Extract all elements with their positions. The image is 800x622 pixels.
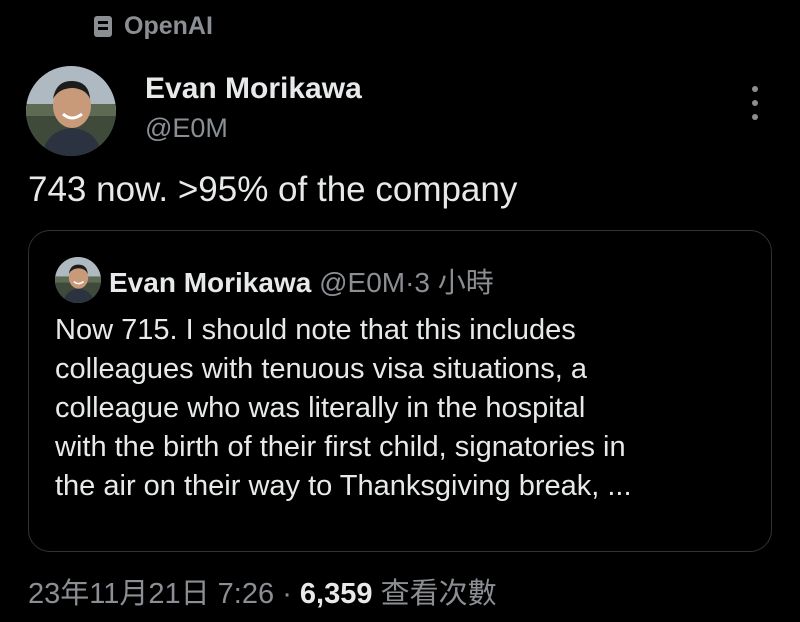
author-name[interactable]: Evan Morikawa — [145, 72, 362, 106]
quoted-text-line: colleagues with tenuous visa situations,… — [55, 353, 587, 385]
quoted-tweet-text: Now 715. I should note that this include… — [55, 311, 755, 506]
avatar-image — [55, 257, 101, 303]
quoted-tweet[interactable]: Evan Morikawa @E0M·3 小時 Now 715. I shoul… — [28, 230, 772, 552]
quoted-text-line: with the birth of their first child, sig… — [55, 431, 626, 463]
views-label: 查看次數 — [380, 578, 497, 610]
more-dot — [752, 114, 758, 120]
tweet-timestamp[interactable]: 23年11月21日 7:26 — [28, 578, 274, 610]
avatar-image — [26, 66, 116, 156]
tweet-text: 743 now. >95% of the company — [28, 170, 518, 209]
list-context-label: OpenAI — [124, 12, 213, 40]
quoted-author-avatar[interactable] — [55, 257, 101, 303]
views-count: 6,359 — [299, 578, 373, 610]
footer-separator: · — [282, 578, 292, 610]
author-handle[interactable]: @E0M — [145, 113, 228, 144]
more-options-icon[interactable] — [748, 86, 762, 120]
quoted-author-name[interactable]: Evan Morikawa — [109, 267, 311, 298]
quoted-text-line: the air on their way to Thanksgiving bre… — [55, 470, 632, 502]
more-dot — [752, 86, 758, 92]
quoted-tweet-header: Evan Morikawa @E0M·3 小時 — [109, 261, 494, 301]
list-icon — [94, 16, 112, 37]
quoted-time[interactable]: 3 小時 — [414, 267, 493, 298]
quoted-author-handle[interactable]: @E0M — [319, 267, 405, 298]
author-avatar[interactable] — [26, 66, 116, 156]
tweet-footer: 23年11月21日 7:26 · 6,359 查看次數 — [28, 570, 497, 612]
list-context[interactable]: OpenAI — [94, 12, 213, 41]
more-dot — [752, 100, 758, 106]
quoted-text-line: colleague who was literally in the hospi… — [55, 392, 586, 424]
quoted-text-line: Now 715. I should note that this include… — [55, 314, 576, 346]
